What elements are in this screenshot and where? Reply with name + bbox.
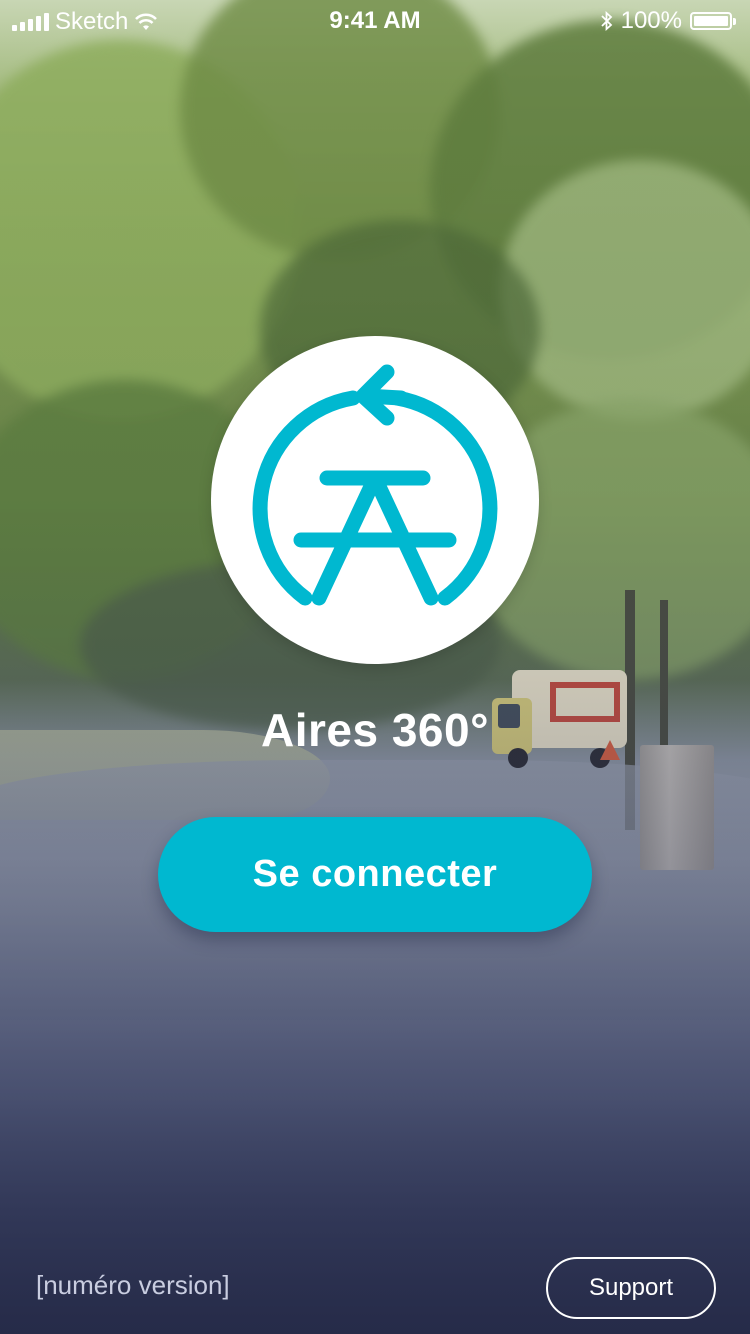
app-logo <box>211 336 539 664</box>
version-label: [numéro version] <box>36 1270 230 1300</box>
status-bar: Sketch 9:41 AM 100% <box>0 0 750 40</box>
gradient-overlay <box>0 0 750 1334</box>
app-title: Aires 360° <box>261 704 489 756</box>
login-screen: Sketch 9:41 AM 100% Aires 360° Se connec… <box>0 0 750 1334</box>
status-right: 100% <box>600 7 736 35</box>
connect-button[interactable]: Se connecter <box>158 817 592 932</box>
bluetooth-icon <box>600 11 612 31</box>
support-button[interactable]: Support <box>546 1257 716 1319</box>
battery-icon <box>690 12 736 30</box>
picnic-table-rotate-icon <box>252 364 498 606</box>
battery-percent: 100% <box>620 7 682 34</box>
